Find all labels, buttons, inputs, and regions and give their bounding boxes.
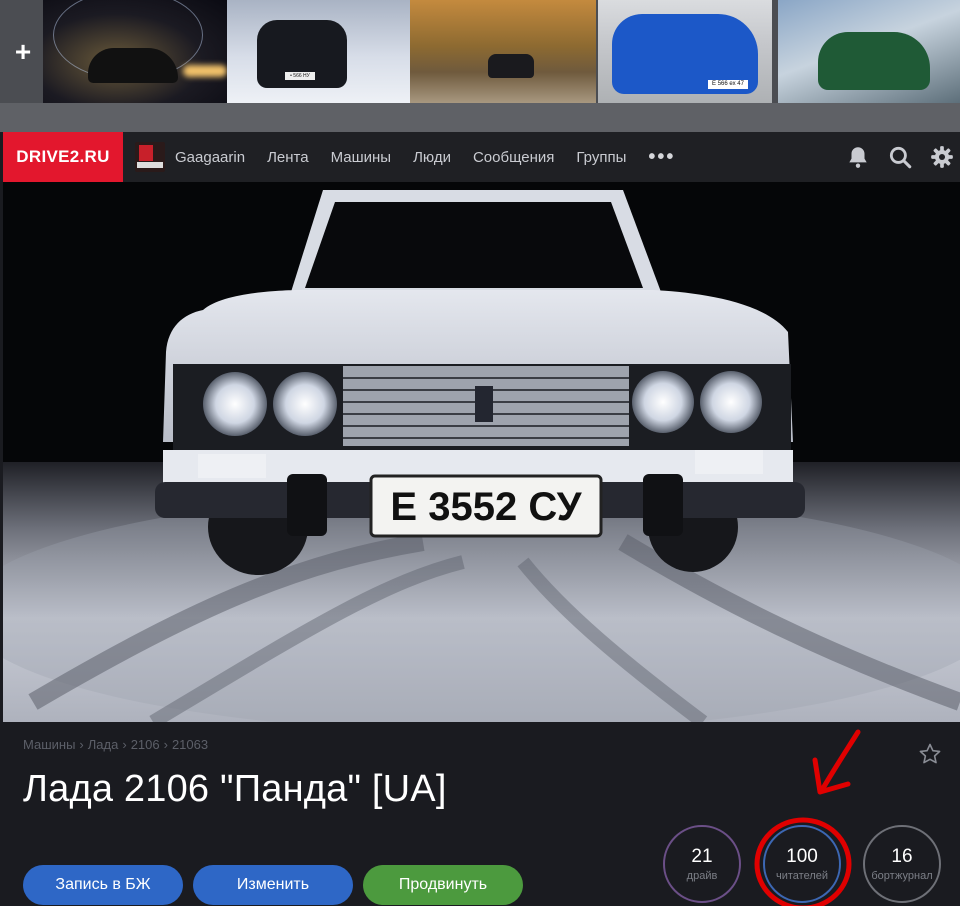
nav-messages[interactable]: Сообщения [473, 149, 554, 166]
site-logo[interactable]: DRIVE2.RU [3, 132, 123, 182]
car-photo-illustration: Е 3552 СУ [3, 182, 960, 722]
stat-value: 100 [786, 846, 818, 867]
search-icon[interactable] [887, 144, 913, 170]
bell-icon[interactable] [845, 144, 871, 170]
thumbnail-3[interactable] [410, 0, 596, 103]
breadcrumb-cars[interactable]: Машины [23, 737, 75, 752]
thumbnail-4[interactable]: Е 566 ех 47 [598, 0, 772, 103]
thumbnail-2[interactable]: • 566 НУ [227, 0, 410, 103]
promote-button[interactable]: Продвинуть [363, 865, 523, 905]
nav-more-button[interactable]: ••• [648, 146, 675, 169]
nav-people[interactable]: Люди [413, 149, 451, 166]
car-page-panel: DRIVE2.RU Gaagaarin Лента Машины Люди Со… [0, 132, 960, 906]
nav-cars[interactable]: Машины [331, 149, 391, 166]
logbook-entry-button[interactable]: Запись в БЖ [23, 865, 183, 905]
breadcrumb: Машины › Лада › 2106 › 21063 [23, 737, 209, 752]
nav-groups[interactable]: Группы [576, 149, 626, 166]
stat-label: читателей [775, 870, 828, 882]
page-title: Лада 2106 "Панда" [UA] [23, 768, 447, 810]
nav-feed[interactable]: Лента [267, 149, 309, 166]
plus-icon: + [14, 36, 32, 67]
thumbnail-strip: + • 566 НУ Е 566 ех 47 [0, 0, 960, 103]
stat-readers[interactable]: 100 читателей [763, 825, 841, 903]
stat-value: 16 [891, 846, 913, 867]
license-plate: Е 3552 СУ [390, 485, 582, 529]
thumbnail-5[interactable] [778, 0, 960, 103]
stat-logbook[interactable]: 16 бортжурнал [863, 825, 941, 903]
breadcrumb-lada[interactable]: Лада [88, 737, 119, 752]
thumbnail-plate: Е 566 ех 47 [708, 80, 748, 89]
thumbnail-plate: • 566 НУ [285, 72, 315, 80]
nav-username[interactable]: Gaagaarin [175, 149, 245, 166]
car-photo[interactable]: Е 3552 СУ [3, 182, 960, 722]
breadcrumb-2106[interactable]: 2106 [131, 737, 160, 752]
gear-icon[interactable] [929, 144, 955, 170]
thumbnail-1[interactable] [43, 0, 227, 103]
main-nav: Gaagaarin Лента Машины Люди Сообщения Гр… [175, 132, 697, 182]
stat-drives[interactable]: 21 драйв [663, 825, 741, 903]
star-icon[interactable] [918, 742, 942, 766]
stat-label: драйв [686, 870, 718, 882]
stat-label: бортжурнал [871, 870, 933, 882]
edit-button[interactable]: Изменить [193, 865, 353, 905]
stat-value: 21 [691, 846, 713, 867]
add-photo-button[interactable]: + [3, 3, 43, 101]
breadcrumb-21063[interactable]: 21063 [172, 737, 208, 752]
avatar[interactable] [135, 142, 165, 172]
site-header: DRIVE2.RU Gaagaarin Лента Машины Люди Со… [3, 132, 960, 182]
